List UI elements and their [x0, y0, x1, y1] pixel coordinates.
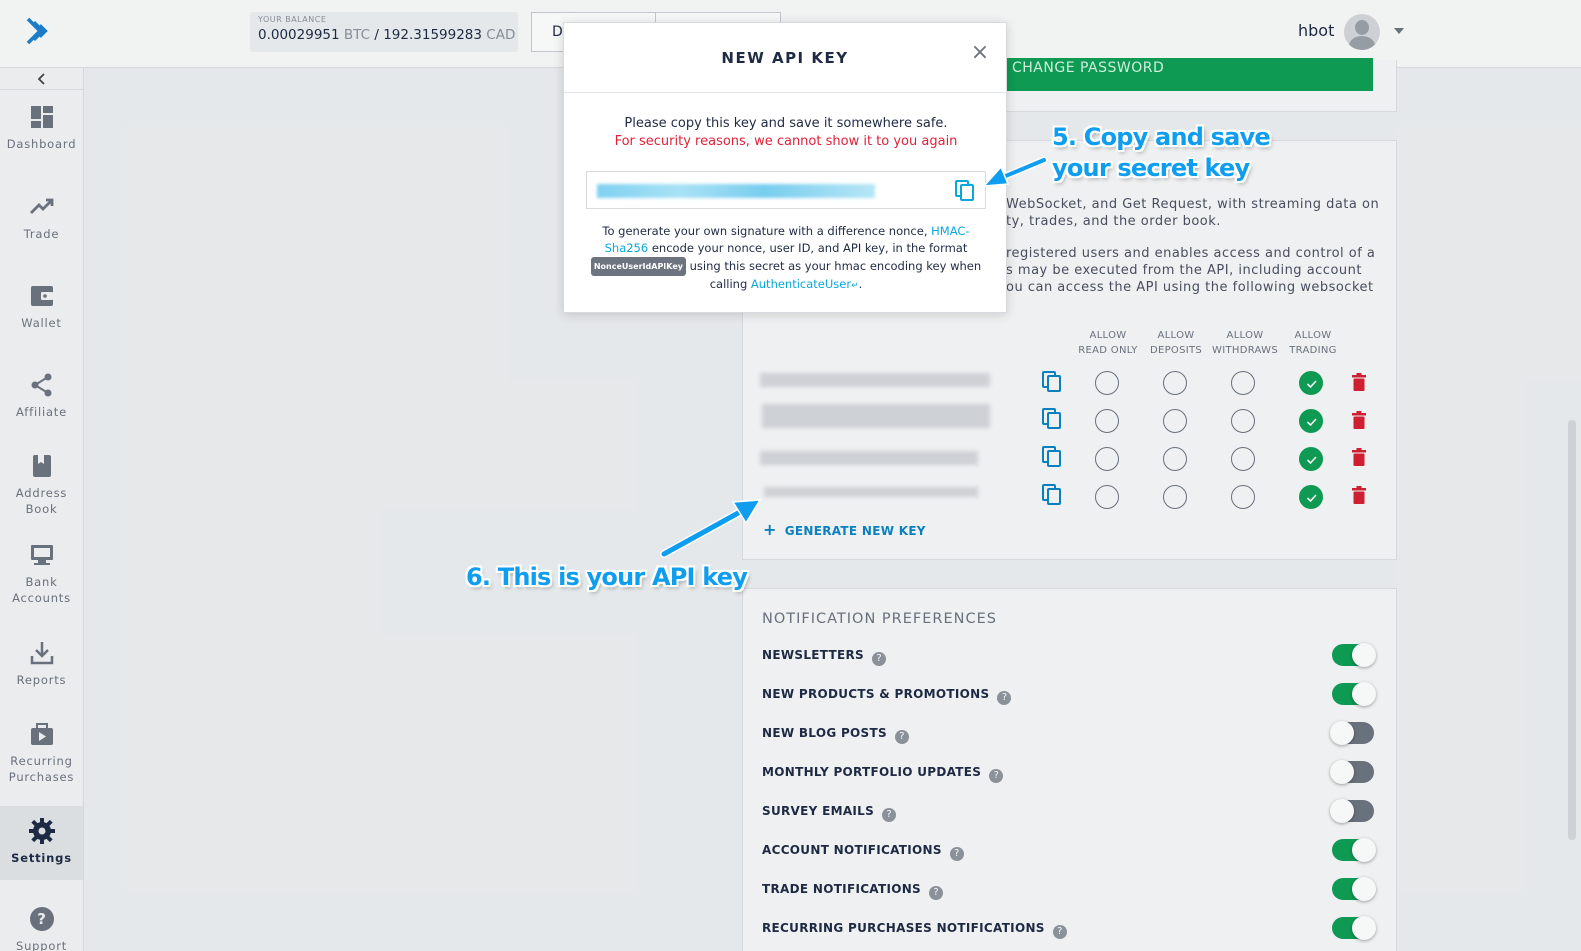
annotation-step-6: 6. This is your API key [466, 563, 748, 591]
modal-warning: For security reasons, we cannot show it … [614, 134, 958, 149]
modal-title: NEW API KEY [721, 49, 849, 67]
authenticate-user-link[interactable]: AuthenticateUser↵ [751, 277, 859, 291]
para-text: encode your nonce, user ID, and API key,… [651, 241, 968, 255]
close-icon[interactable]: × [970, 42, 990, 64]
annotation-line: your secret key [1052, 154, 1250, 182]
annotation-step-5: 5. Copy and save your secret key [1052, 122, 1271, 184]
copy-icon[interactable] [955, 180, 975, 202]
new-api-key-modal: NEW API KEY × Please copy this key and s… [563, 22, 1007, 313]
modal-instruction: Please copy this key and save it somewhe… [624, 116, 948, 131]
annotation-line: 5. Copy and save [1052, 123, 1271, 151]
return-arrow-icon: ↵ [851, 281, 859, 291]
para-text: . [858, 277, 863, 291]
secret-key-value-blurred [597, 184, 875, 198]
secret-key-field[interactable] [586, 171, 986, 209]
modal-header: NEW API KEY [564, 23, 1006, 93]
modal-signature-instructions: To generate your own signature with a di… [584, 223, 988, 295]
para-text: To generate your own signature with a di… [602, 224, 928, 238]
authenticate-user-link-label: AuthenticateUser [750, 277, 852, 291]
nonce-format-badge: NonceUserIdAPIKey [590, 257, 686, 276]
